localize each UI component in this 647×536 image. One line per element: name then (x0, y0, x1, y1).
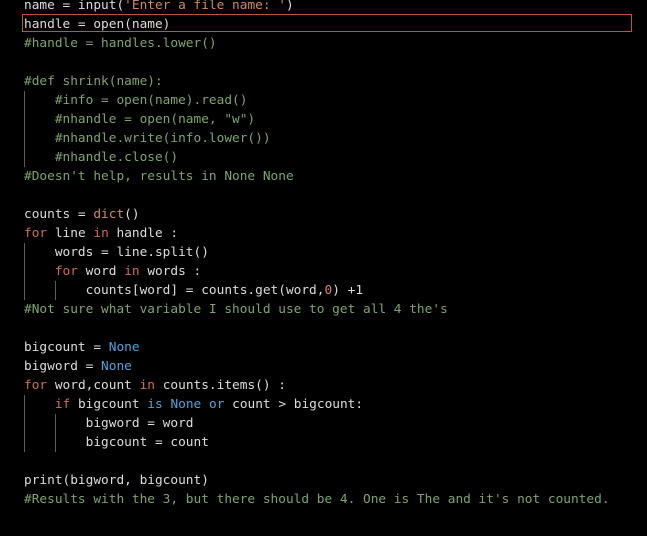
code-editor[interactable]: name = input('Enter a file name: ') handl… (0, 0, 647, 536)
code-token: words = line.split() (24, 245, 209, 260)
code-token: ) +1 (332, 283, 364, 298)
code-token: #nhandle.write(info.lower()) (24, 131, 271, 146)
code-token: handle = open(name) (24, 17, 171, 32)
code-token: counts.items() : (155, 378, 286, 393)
code-token: if (54, 397, 71, 412)
code-token: bigcount = count (24, 435, 209, 450)
code-line[interactable]: name = input('Enter a file name: ') (24, 0, 294, 15)
code-token: counts[word] = counts.get(word, (24, 283, 325, 298)
code-token: None (108, 340, 140, 355)
code-line[interactable]: for word,count in counts.items() : (24, 376, 286, 395)
code-token: bigcount (70, 397, 148, 412)
code-token: words : (139, 264, 202, 279)
code-line[interactable]: bigcount = count (24, 433, 209, 452)
code-token: or (208, 397, 225, 412)
code-line[interactable]: #Not sure what variable I should use to … (24, 300, 448, 319)
code-token: handle : (108, 226, 179, 241)
code-token: () (124, 207, 140, 222)
code-line[interactable]: counts[word] = counts.get(word,0) +1 (24, 281, 363, 300)
code-token: for (24, 226, 48, 241)
code-token: bigword = (24, 359, 102, 374)
code-line[interactable]: words = line.split() (24, 243, 209, 262)
code-line[interactable]: for word in words : (24, 262, 201, 281)
code-token: #def shrink(name): (24, 74, 163, 89)
code-token: for (24, 378, 48, 393)
code-token: counts = (24, 207, 94, 222)
code-token: #nhandle.close() (24, 150, 179, 165)
code-line[interactable]: handle = open(name) (24, 15, 170, 34)
code-token: name = input( (24, 0, 125, 13)
code-line[interactable]: for line in handle : (24, 224, 178, 243)
code-line[interactable]: print(bigword, bigcount) (24, 471, 209, 490)
code-line[interactable]: #nhandle.write(info.lower()) (24, 129, 271, 148)
code-line[interactable]: #nhandle.close() (24, 148, 178, 167)
code-line[interactable]: #def shrink(name): (24, 72, 163, 91)
code-line[interactable]: bigword = None (24, 357, 132, 376)
code-line[interactable]: #info = open(name).read() (24, 91, 248, 110)
code-token: word,count (47, 378, 140, 393)
code-line[interactable]: #nhandle = open(name, "w") (24, 110, 255, 129)
code-token: #info = open(name).read() (24, 93, 248, 108)
code-token: print(bigword, bigcount) (24, 473, 209, 488)
code-token: bigword = word (24, 416, 194, 431)
code-line[interactable]: #handle = handles.lower() (24, 34, 217, 53)
code-token: None (170, 397, 202, 412)
code-token: for (54, 264, 78, 279)
code-token: is (147, 397, 163, 412)
code-token: #Doesn't help, results in None None (24, 169, 294, 184)
code-line[interactable]: bigword = word (24, 414, 194, 433)
code-line[interactable]: if bigcount is None or count > bigcount: (24, 395, 363, 414)
code-token: dict (93, 207, 125, 222)
code-line[interactable]: #Results with the 3, but there should be… (24, 490, 610, 509)
code-line[interactable]: #Doesn't help, results in None None (24, 167, 294, 186)
code-token: #Not sure what variable I should use to … (24, 302, 448, 317)
code-token: word (77, 264, 125, 279)
code-token: in (124, 264, 140, 279)
code-token: ) (285, 0, 294, 13)
code-line[interactable]: counts = dict() (24, 205, 140, 224)
code-token: in (93, 226, 109, 241)
code-token: #Results with the 3, but there should be… (24, 492, 610, 507)
code-token: count > bigcount: (224, 397, 364, 412)
code-token: line (47, 226, 94, 241)
code-token: 'Enter a file name: ' (124, 0, 286, 13)
code-token: None (101, 359, 132, 374)
code-token: bigcount = (24, 340, 109, 355)
code-token: #handle = handles.lower() (24, 36, 217, 51)
code-line[interactable]: bigcount = None (24, 338, 140, 357)
code-token: #nhandle = open(name, "w") (24, 112, 256, 127)
code-token: in (139, 378, 155, 393)
